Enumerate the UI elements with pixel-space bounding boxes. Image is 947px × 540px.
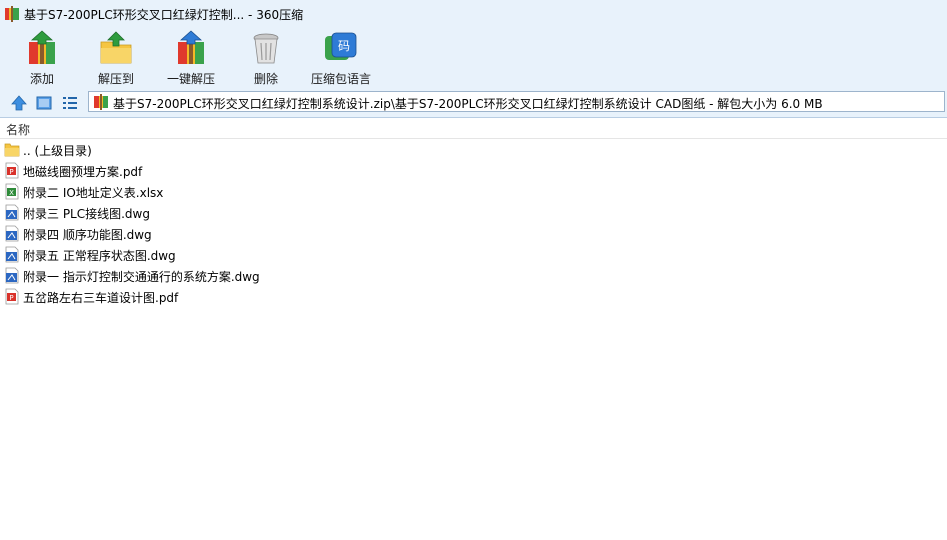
list-item[interactable]: P 五岔路左右三车道设计图.pdf — [0, 286, 947, 307]
folder-icon — [4, 143, 20, 157]
excel-file-icon: X — [5, 183, 19, 200]
window-title: 基于S7-200PLC环形交叉口红绿灯控制... - 360压缩 — [24, 8, 304, 22]
delete-trash-icon — [253, 33, 279, 64]
archive-language-icon: 码 — [325, 32, 357, 60]
address-path: 基于S7-200PLC环形交叉口红绿灯控制系统设计.zip\基于S7-200PL… — [113, 97, 823, 111]
add-archive-icon — [29, 30, 55, 64]
dwg-file-icon — [5, 246, 19, 263]
file-name: 附录四 顺序功能图.dwg — [23, 228, 152, 242]
svg-text:X: X — [9, 189, 14, 197]
list-item[interactable]: 附录五 正常程序状态图.dwg — [0, 244, 947, 265]
column-header-name[interactable]: 名称 — [6, 121, 30, 138]
zip-archive-icon — [94, 94, 108, 110]
one-click-extract-label: 一键解压 — [166, 72, 215, 86]
svg-text:P: P — [9, 294, 13, 302]
dwg-file-icon — [5, 267, 19, 284]
extract-to-icon — [100, 31, 132, 64]
add-button[interactable]: 添加 — [14, 28, 70, 88]
list-item[interactable]: 附录一 指示灯控制交通通行的系统方案.dwg — [0, 265, 947, 286]
archive-language-label: 压缩包语言 — [310, 72, 371, 86]
list-header: 名称 — [0, 118, 947, 139]
list-item[interactable]: 附录四 顺序功能图.dwg — [0, 223, 947, 244]
up-arrow-icon[interactable] — [10, 94, 28, 112]
file-name: 五岔路左右三车道设计图.pdf — [23, 291, 179, 305]
one-click-extract-button[interactable]: 一键解压 — [160, 28, 222, 88]
list-item[interactable]: X 附录二 IO地址定义表.xlsx — [0, 181, 947, 202]
list-item[interactable]: P 地磁线圈预埋方案.pdf — [0, 160, 947, 181]
pdf-file-icon: P — [5, 162, 19, 179]
title-bar: 基于S7-200PLC环形交叉口红绿灯控制... - 360压缩 — [0, 0, 947, 28]
toolbar: 添加 解压到 一键解压 删除 码 压缩包语言 — [0, 28, 947, 88]
add-label: 添加 — [29, 72, 54, 86]
file-name: 地磁线圈预埋方案.pdf — [23, 165, 143, 179]
navigation-bar: 基于S7-200PLC环形交叉口红绿灯控制系统设计.zip\基于S7-200PL… — [0, 88, 947, 118]
archive-language-button[interactable]: 码 压缩包语言 — [306, 28, 376, 88]
thumbnail-view-icon[interactable] — [35, 94, 53, 112]
svg-text:码: 码 — [338, 39, 350, 53]
file-name: .. (上级目录) — [23, 144, 92, 158]
pdf-file-icon: P — [5, 288, 19, 305]
extract-to-button[interactable]: 解压到 — [88, 28, 144, 88]
delete-button[interactable]: 删除 — [238, 28, 294, 88]
svg-text:P: P — [9, 168, 13, 176]
list-view-icon[interactable] — [61, 94, 79, 112]
dwg-file-icon — [5, 225, 19, 242]
file-name: 附录一 指示灯控制交通通行的系统方案.dwg — [23, 270, 260, 284]
file-name: 附录三 PLC接线图.dwg — [23, 207, 150, 221]
one-click-extract-icon — [178, 30, 204, 64]
file-name: 附录二 IO地址定义表.xlsx — [23, 186, 164, 200]
extract-to-label: 解压到 — [97, 72, 134, 86]
app-logo-icon — [5, 6, 19, 22]
file-name: 附录五 正常程序状态图.dwg — [23, 249, 176, 263]
delete-label: 删除 — [253, 72, 278, 86]
list-item[interactable]: .. (上级目录) — [0, 139, 947, 160]
file-list: .. (上级目录) P 地磁线圈预埋方案.pdf X 附录二 IO地址定义表.x… — [0, 139, 947, 307]
list-item[interactable]: 附录三 PLC接线图.dwg — [0, 202, 947, 223]
address-bar[interactable]: 基于S7-200PLC环形交叉口红绿灯控制系统设计.zip\基于S7-200PL… — [88, 91, 945, 112]
dwg-file-icon — [5, 204, 19, 221]
